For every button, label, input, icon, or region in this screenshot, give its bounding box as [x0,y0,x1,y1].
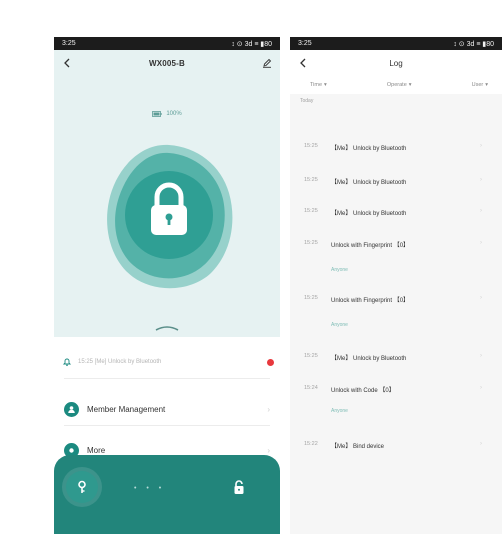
log-text: 【Me】 Bind device [331,444,385,450]
lock-status-blob[interactable] [99,137,239,297]
menu-item-member-management[interactable]: Member Management › [64,398,270,420]
unread-badge [267,358,274,366]
date-section-label: Today [300,98,314,104]
chevron-left-icon[interactable] [296,56,310,70]
log-text: Unlock with Code 【0】 [331,388,395,394]
status-icons: ↕ ⊙ 3d ≡ ▮80 [231,40,272,48]
log-time: 15:25 [304,295,318,301]
menu-label: More [87,445,106,455]
chevron-down-icon: ▾ [324,82,327,88]
status-time: 3:25 [298,40,312,47]
log-text: 【Me】 Unlock by Bluetooth [331,211,407,217]
pencil-icon[interactable] [260,56,274,70]
chevron-right-icon: › [480,295,482,301]
page-title: Log [389,58,403,68]
chevron-right-icon: › [267,404,270,414]
chevron-down-icon: ▾ [408,82,412,88]
filter-user[interactable]: User ▾ [472,82,488,88]
key-button[interactable] [66,471,98,503]
log-time: 15:25 [304,208,318,214]
log-time: 15:24 [304,385,318,391]
recent-activity-row[interactable]: 15:25 [Me] Unlock by Bluetooth [62,354,274,370]
log-user-tag: Anyone [331,408,348,414]
battery-label: 100% [166,111,182,117]
log-user-tag: Anyone [331,267,348,273]
chevron-right-icon: › [480,177,482,183]
chevron-right-icon: › [480,385,482,391]
log-user-tag: Anyone [331,322,348,328]
filter-label: Operate [386,82,407,88]
unlock-icon [234,479,244,494]
status-icons: ↕ ⊙ 3d ≡ ▮80 [453,40,494,48]
chevron-right-icon: › [480,208,482,214]
unlock-button[interactable] [231,478,247,496]
bell-icon [62,358,72,367]
filter-operate[interactable]: Operate ▾ [387,82,412,88]
battery-indicator: 100% [54,111,280,117]
status-time: 3:25 [62,40,76,47]
chevron-left-icon[interactable] [60,56,74,70]
divider [64,378,270,379]
nav-bar: Log [290,50,502,76]
status-bar: 3:25 ↕ ⊙ 3d ≡ ▮80 [54,37,280,50]
key-icon [78,480,86,493]
log-text: 【Me】 Unlock by Bluetooth [331,146,407,152]
recent-activity-text: 15:25 [Me] Unlock by Bluetooth [78,359,162,365]
chevron-right-icon: › [480,143,482,149]
log-screen: 3:25 ↕ ⊙ 3d ≡ ▮80 Log Time ▾ Operate ▾ U… [290,37,502,534]
pull-up-icon[interactable] [154,324,180,332]
chevron-right-icon: › [267,445,270,455]
chevron-right-icon: › [480,353,482,359]
filter-time[interactable]: Time ▾ [310,82,327,88]
log-time: 15:25 [304,353,318,359]
battery-icon [152,111,162,117]
filter-bar: Time ▾ Operate ▾ User ▾ [290,76,502,94]
log-text: 【Me】 Unlock by Bluetooth [331,180,407,186]
divider [64,425,270,426]
log-time: 15:22 [304,441,318,447]
nav-bar: WX005-B [54,50,280,76]
log-time: 15:25 [304,143,318,149]
log-text: Unlock with Fingerprint 【0】 [331,298,410,304]
menu-label: Member Management [87,404,166,414]
device-title: WX005-B [148,58,186,68]
chevron-right-icon: › [480,240,482,246]
swipe-dots: • • • [134,485,166,492]
chevron-down-icon: ▾ [485,82,488,88]
log-text: Unlock with Fingerprint 【0】 [331,243,410,249]
filter-label: Time [310,82,323,88]
chevron-right-icon: › [480,441,482,447]
log-time: 15:25 [304,177,318,183]
screenshot-stage: 3:25 ↕ ⊙ 3d ≡ ▮80 WX005-B 100% 15:25 [Me… [0,0,502,534]
filter-label: User [471,82,484,88]
lock-home-screen: 3:25 ↕ ⊙ 3d ≡ ▮80 WX005-B 100% 15:25 [Me… [54,37,280,534]
status-bar: 3:25 ↕ ⊙ 3d ≡ ▮80 [290,37,502,50]
log-time: 15:25 [304,240,318,246]
log-text: 【Me】 Unlock by Bluetooth [331,356,407,362]
person-icon [64,401,79,417]
